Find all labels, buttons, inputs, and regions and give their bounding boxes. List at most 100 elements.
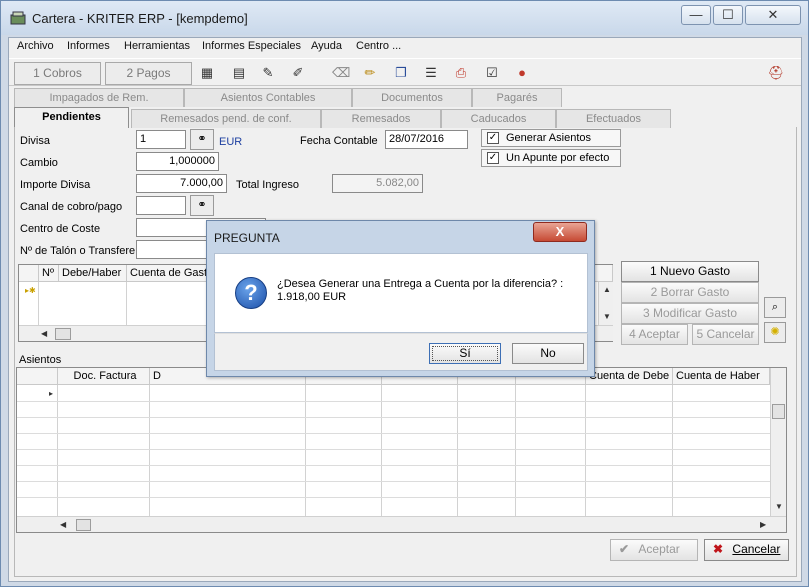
asientos-rowline: [17, 481, 770, 482]
brush-icon[interactable]: ✏: [361, 65, 379, 81]
aceptar-button[interactable]: ✔ Aceptar: [610, 539, 698, 561]
menu-archivo[interactable]: Archivo: [17, 40, 54, 52]
asientos-rowline: [17, 465, 770, 466]
checkmark-icon: ✓: [487, 152, 499, 164]
scroll-down-icon[interactable]: ▼: [603, 312, 611, 321]
maximize-button[interactable]: ☐: [713, 5, 743, 25]
divisa-search-button[interactable]: ⚭: [190, 129, 214, 150]
tab-impagados[interactable]: Impagados de Rem.: [14, 88, 184, 107]
asientos-grid: Doc. Factura D Cuenta de Debe Cuenta de …: [16, 367, 787, 533]
scroll-right-icon[interactable]: ▶: [760, 520, 766, 529]
asientos-col-cuenta-debe[interactable]: Cuenta de Debe: [586, 368, 673, 385]
dialog-no-button[interactable]: No: [512, 343, 584, 364]
binoculars-icon: ⚭: [197, 199, 207, 211]
tab-asientos-contables[interactable]: Asientos Contables: [184, 88, 352, 107]
asientos-hscroll[interactable]: ◀ ▶: [17, 516, 786, 532]
importe-divisa-label: Importe Divisa: [20, 179, 91, 191]
gasto-cancelar-button[interactable]: 5 Cancelar: [692, 324, 759, 345]
gastos-hscroll-thumb[interactable]: [55, 328, 71, 340]
canal-label: Canal de cobro/pago: [20, 201, 123, 213]
gastos-corner: [19, 265, 39, 282]
scroll-up-icon[interactable]: ▲: [603, 285, 611, 294]
calculator-icon[interactable]: ▤: [230, 65, 248, 81]
close-button[interactable]: ✕: [745, 5, 801, 25]
generar-asientos-label: Generar Asientos: [506, 132, 591, 144]
app-icon: [10, 11, 26, 25]
gastos-col-debe-haber[interactable]: Debe/Haber: [59, 265, 127, 282]
un-apunte-checkbox[interactable]: ✓ Un Apunte por efecto: [481, 149, 621, 167]
tab-efectuados[interactable]: Efectuados: [556, 109, 671, 128]
asientos-col-cuenta-haber[interactable]: Cuenta de Haber: [673, 368, 770, 385]
tab-caducados[interactable]: Caducados: [441, 109, 556, 128]
asientos-vscroll-thumb[interactable]: [772, 404, 785, 419]
asientos-rowline: [17, 433, 770, 434]
dialog-message: ¿Desea Generar una Entrega a Cuenta por …: [277, 278, 563, 304]
fecha-contable-field[interactable]: 28/07/2016: [385, 130, 468, 149]
help-icon[interactable]: ⛑: [767, 65, 785, 81]
grid-icon[interactable]: ▦: [198, 65, 216, 81]
question-icon: ?: [235, 277, 267, 309]
scroll-left-icon[interactable]: ◀: [41, 329, 47, 338]
dialog-yes-button[interactable]: Sí: [429, 343, 501, 364]
scroll-left-icon[interactable]: ◀: [60, 520, 66, 529]
canal-search-button[interactable]: ⚭: [190, 195, 214, 216]
tab-pagares[interactable]: Pagarés: [472, 88, 562, 107]
tab-pendientes[interactable]: Pendientes: [14, 107, 129, 128]
preview-button[interactable]: ⌕: [764, 297, 786, 318]
menu-ayuda[interactable]: Ayuda: [311, 40, 342, 52]
tab-remesados[interactable]: Remesados: [321, 109, 441, 128]
borrar-gasto-button[interactable]: 2 Borrar Gasto: [621, 282, 759, 303]
gastos-col-num[interactable]: Nº: [39, 265, 59, 282]
magnifier-icon: ⌕: [771, 301, 779, 313]
dialog-close-button[interactable]: X: [533, 222, 587, 242]
pagos-button[interactable]: 2 Pagos: [105, 62, 192, 85]
un-apunte-label: Un Apunte por efecto: [506, 152, 610, 164]
dialog-body: ? ¿Desea Generar una Entrega a Cuenta po…: [214, 253, 588, 333]
printer-icon[interactable]: ⎙: [452, 65, 470, 81]
tip-button[interactable]: ✺: [764, 322, 786, 343]
minimize-button[interactable]: —: [681, 5, 711, 25]
asientos-vscroll[interactable]: ▼: [770, 368, 786, 516]
main-window: Cartera - KRITER ERP - [kempdemo] — ☐ ✕ …: [0, 0, 809, 587]
edit-icon[interactable]: ✐: [289, 65, 307, 81]
modificar-gasto-button[interactable]: 3 Modificar Gasto: [621, 303, 759, 324]
asientos-col-doc-factura[interactable]: Doc. Factura: [58, 368, 150, 385]
checkmark-icon: ✔: [619, 542, 630, 556]
gastos-col-cuenta[interactable]: Cuenta de Gasto: [127, 265, 207, 282]
canal-field[interactable]: [136, 196, 186, 215]
cambio-field[interactable]: 1,000000: [136, 152, 219, 171]
list-icon[interactable]: ☰: [422, 65, 440, 81]
scroll-down-icon[interactable]: ▼: [775, 502, 783, 511]
cobros-button[interactable]: 1 Cobros: [14, 62, 101, 85]
cambio-label: Cambio: [20, 157, 58, 169]
nuevo-gasto-button[interactable]: 1 Nuevo Gasto: [621, 261, 759, 282]
importe-divisa-field[interactable]: 7.000,00: [136, 174, 227, 193]
divisa-field[interactable]: 1: [136, 130, 186, 149]
pin-icon[interactable]: ●: [513, 65, 531, 81]
asientos-corner: [17, 368, 58, 385]
asientos-label: Asientos: [19, 354, 62, 366]
generar-asientos-checkbox[interactable]: ✓ Generar Asientos: [481, 129, 621, 147]
tab-remesados-pend[interactable]: Remesados pend. de conf.: [131, 109, 321, 128]
menu-bar: Archivo Informes Herramientas Informes E…: [9, 38, 801, 56]
menu-informes-especiales[interactable]: Informes Especiales: [202, 40, 301, 52]
menu-herramientas[interactable]: Herramientas: [124, 40, 190, 52]
aceptar-label: Aceptar: [638, 542, 680, 556]
gasto-aceptar-button[interactable]: 4 Aceptar: [621, 324, 688, 345]
gastos-vscroll[interactable]: ▲ ▼: [598, 282, 613, 325]
asientos-hscroll-thumb[interactable]: [76, 519, 91, 531]
book-icon[interactable]: ✎: [259, 65, 277, 81]
eraser-icon[interactable]: ⌫: [332, 65, 350, 81]
x-icon: ✖: [713, 542, 724, 556]
documents-icon[interactable]: ❐: [392, 65, 410, 81]
title-bar[interactable]: Cartera - KRITER ERP - [kempdemo] — ☐ ✕: [1, 1, 808, 35]
menu-informes[interactable]: Informes: [67, 40, 110, 52]
cancelar-button[interactable]: ✖ Cancelar: [704, 539, 789, 561]
cancelar-label: Cancelar: [732, 542, 781, 556]
tab-documentos[interactable]: Documentos: [352, 88, 472, 107]
checklist-icon[interactable]: ☑: [483, 65, 501, 81]
menu-centro[interactable]: Centro ...: [356, 40, 401, 52]
pregunta-dialog: PREGUNTA X ? ¿Desea Generar una Entrega …: [206, 220, 595, 377]
window-title: Cartera - KRITER ERP - [kempdemo]: [32, 11, 248, 26]
dialog-message-line2: 1.918,00 EUR: [277, 291, 347, 303]
